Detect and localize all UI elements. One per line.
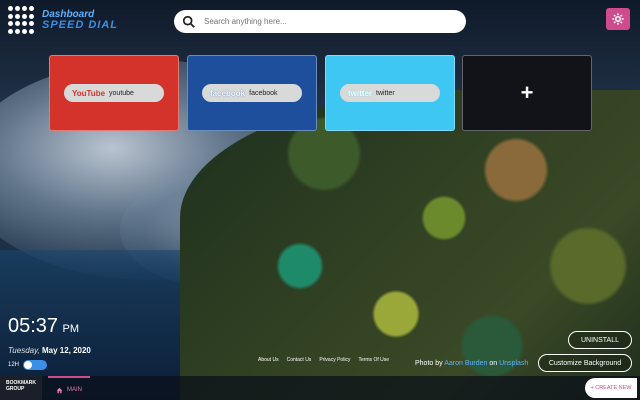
credit-author-link[interactable]: Aaron Burden [444,360,487,367]
tile-youtube[interactable]: YouTube youtube [49,55,179,131]
clock-format-toggle[interactable]: 12H [8,360,48,370]
clock-ampm: PM [62,323,80,335]
tile-pill: facebook facebook [202,84,302,102]
tile-twitter[interactable]: twitter twitter [325,55,455,131]
plus-icon: + [520,80,534,105]
settings-button[interactable] [606,8,630,30]
gear-icon [612,13,624,25]
credit-site-link[interactable]: Unsplash [499,360,528,367]
group-line2: GROUP [6,386,25,392]
clock-time: 05:37 [8,315,59,337]
bookmark-group-label: BOOKMARK GROUP [0,376,42,400]
facebook-logo-icon: facebook [210,88,246,98]
tile-facebook[interactable]: facebook facebook [187,55,317,131]
tile-pill: YouTube youtube [64,84,164,102]
bottom-bar [0,376,640,400]
credit-on: on [489,360,498,367]
tab-main-label: MAIN [67,387,82,393]
tile-label: youtube [109,89,134,97]
tile-label: facebook [249,89,278,97]
link-contact[interactable]: Contact Us [287,357,312,363]
logo-dots-icon [8,6,36,34]
link-privacy[interactable]: Privacy Policy [319,357,350,363]
clock: 05:37 PM [8,316,79,336]
toggle-switch[interactable] [23,360,48,370]
uninstall-button[interactable]: UNINSTALL [568,331,632,349]
toggle-label: 12H [8,362,20,368]
logo-line1: Dashboard [42,8,95,20]
link-terms[interactable]: Terms Of Use [358,357,389,363]
search-icon [182,15,195,28]
logo-line2: SPEED DIAL [42,18,119,31]
credit-prefix: Photo by [415,360,443,367]
logo-text: Dashboard SPEED DIAL [42,8,119,31]
date: Tuesday, May 12, 2020 [8,346,91,355]
footer-links: About Us Contact Us Privacy Policy Terms… [258,357,389,363]
tab-main[interactable]: MAIN [48,376,90,402]
customize-background-button[interactable]: Customize Background [538,354,632,372]
twitter-logo-icon: twitter [348,88,372,98]
create-new-button[interactable]: + CREATE NEW [585,378,637,398]
search-input[interactable] [202,16,456,27]
search-bar[interactable] [174,10,466,33]
link-about[interactable]: About Us [258,357,279,363]
date-weekday: Tuesday, [8,346,40,355]
tile-add-new[interactable]: + [462,55,592,131]
home-icon [56,387,63,393]
tile-label: twitter [376,89,395,97]
tile-pill: twitter twitter [340,84,440,102]
app-logo[interactable]: Dashboard SPEED DIAL [8,6,118,34]
date-text: May 12, 2020 [41,346,91,355]
youtube-logo-icon: YouTube [72,88,106,98]
photo-credit: Photo by Aaron Burden on Unsplash [415,360,528,367]
